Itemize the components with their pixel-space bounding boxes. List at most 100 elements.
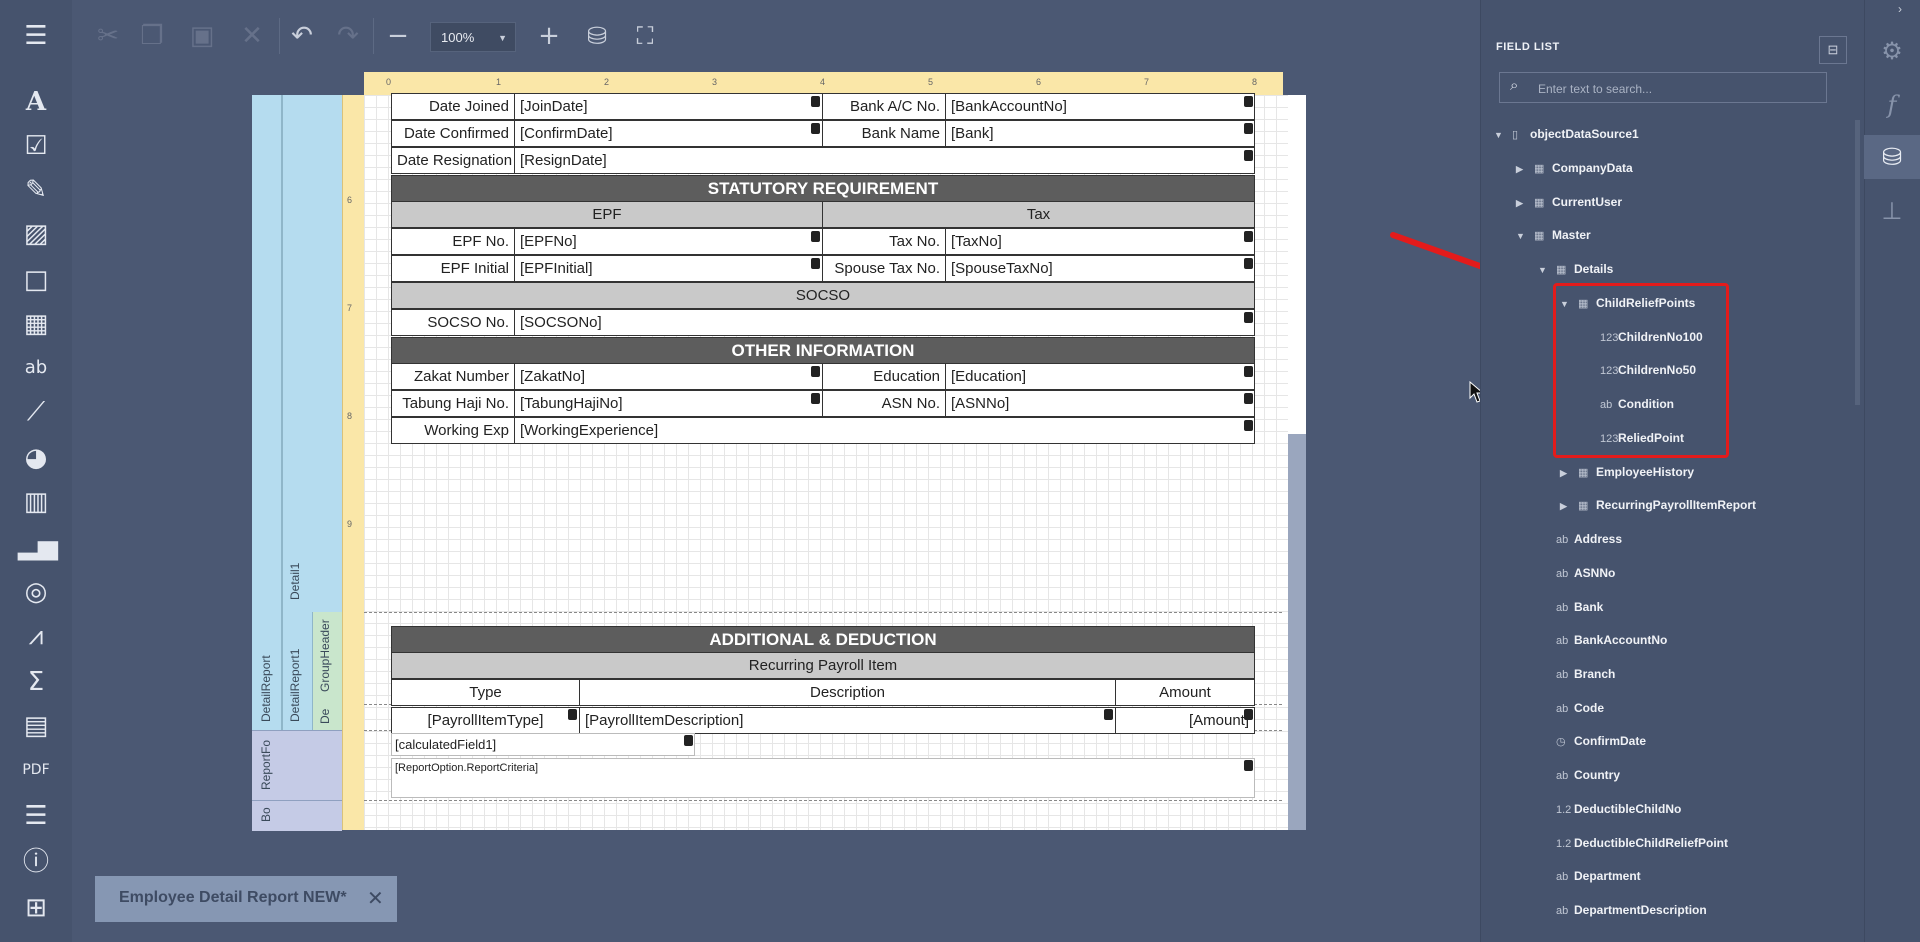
table-of-contents-icon[interactable]: ☰ <box>18 798 54 834</box>
label-socso-no[interactable]: SOCSO No. <box>391 309 515 336</box>
expand-down-icon[interactable]: ▼ <box>1538 260 1556 280</box>
expand-down-icon[interactable]: ▼ <box>1494 125 1512 145</box>
tree-node[interactable]: ab Country <box>1538 765 1620 785</box>
summary-icon[interactable]: Σ <box>18 664 54 700</box>
shape-icon[interactable]: ◕ <box>18 440 54 476</box>
header-tax[interactable]: Tax <box>822 201 1255 228</box>
label-spouse-tax-no[interactable]: Spouse Tax No. <box>822 255 946 282</box>
cut-icon[interactable]: ✂ <box>92 18 124 54</box>
tree-node[interactable]: ▶ ▦ EmployeeHistory <box>1560 462 1694 482</box>
binding-marker-icon[interactable] <box>1104 709 1113 720</box>
cross-tab-icon[interactable]: ⊞ <box>18 890 54 926</box>
gauge-icon[interactable]: ◎ <box>18 574 54 610</box>
close-icon[interactable]: ✕ <box>367 886 384 911</box>
binding-marker-icon[interactable] <box>811 393 820 404</box>
tree-node[interactable]: ▶ ▦ RecurringPayrollItemReport <box>1560 495 1756 515</box>
panel-icon[interactable]: □ <box>18 262 54 298</box>
label-date-resignation[interactable]: Date Resignation <box>391 147 515 174</box>
field-asn-no[interactable]: [ASNNo] <box>945 390 1255 417</box>
tree-node[interactable]: ▼ ▦ Details <box>1538 259 1613 279</box>
field-amount[interactable]: [Amount] <box>1115 707 1255 734</box>
label-education[interactable]: Education <box>822 363 946 390</box>
tree-node[interactable]: ▶ ▦ CurrentUser <box>1516 192 1622 212</box>
tree-node[interactable]: ab Department <box>1538 866 1641 886</box>
pdf-icon[interactable]: PDF <box>18 752 54 788</box>
field-education[interactable]: [Education] <box>945 363 1255 390</box>
field-calculated[interactable]: [calculatedField1] <box>391 733 695 756</box>
binding-marker-icon[interactable] <box>1244 420 1253 431</box>
expand-right-icon[interactable]: ▶ <box>1516 159 1534 179</box>
delete-icon[interactable]: ✕ <box>236 18 268 54</box>
binding-marker-icon[interactable] <box>1244 312 1253 323</box>
expand-right-icon[interactable]: ▶ <box>1516 193 1534 213</box>
expression-icon[interactable]: f <box>1864 83 1920 127</box>
collapse-icon[interactable]: › <box>1898 2 1902 16</box>
fullscreen-icon[interactable]: ⛶ <box>628 18 662 54</box>
redo-icon[interactable]: ↷ <box>332 18 364 54</box>
zoom-out-icon[interactable]: − <box>382 18 414 54</box>
field-report-criteria[interactable]: [ReportOption.ReportCriteria] <box>391 758 1255 798</box>
tree-node[interactable]: ab Bank <box>1538 597 1603 617</box>
menu-icon[interactable]: ☰ <box>18 18 54 54</box>
label-icon[interactable]: A <box>18 84 54 120</box>
picture-icon[interactable]: ▨ <box>18 216 54 252</box>
tree-node[interactable]: ab Address <box>1538 529 1622 549</box>
field-zakat-no[interactable]: [ZakatNo] <box>514 363 823 390</box>
binding-marker-icon[interactable] <box>1244 123 1253 134</box>
binding-marker-icon[interactable] <box>811 96 820 107</box>
tree-node[interactable]: 1.2 DeductibleChildNo <box>1538 799 1681 819</box>
tree-scrollbar[interactable] <box>1855 120 1860 405</box>
document-tab[interactable]: Employee Detail Report NEW* ✕ <box>95 876 397 922</box>
field-payroll-item-description[interactable]: [PayrollItemDescription] <box>579 707 1116 734</box>
tree-node[interactable]: ab BankAccountNo <box>1538 630 1667 650</box>
undo-icon[interactable]: ↶ <box>286 18 318 54</box>
binding-marker-icon[interactable] <box>1244 150 1253 161</box>
zoom-select[interactable]: 100% ▼ <box>430 22 516 52</box>
label-tax-no[interactable]: Tax No. <box>822 228 946 255</box>
binding-marker-icon[interactable] <box>811 123 820 134</box>
field-epf-initial[interactable]: [EPFInitial] <box>514 255 823 282</box>
copy-icon[interactable]: ❐ <box>136 18 168 54</box>
binding-marker-icon[interactable] <box>1244 96 1253 107</box>
line-icon[interactable]: ⟋ <box>18 394 54 430</box>
gear-icon[interactable]: ⚙ <box>1864 29 1920 73</box>
label-tabung-haji-no[interactable]: Tabung Haji No. <box>391 390 515 417</box>
tree-node[interactable]: ab ASNNo <box>1538 563 1615 583</box>
binding-marker-icon[interactable] <box>811 258 820 269</box>
column-amount[interactable]: Amount <box>1115 679 1255 706</box>
label-bank-account[interactable]: Bank A/C No. <box>822 93 946 120</box>
binding-marker-icon[interactable] <box>1244 231 1253 242</box>
tree-node[interactable]: ab Code <box>1538 698 1604 718</box>
field-spouse-tax-no[interactable]: [SpouseTaxNo] <box>945 255 1255 282</box>
label-date-confirmed[interactable]: Date Confirmed <box>391 120 515 147</box>
field-resign-date[interactable]: [ResignDate] <box>514 147 1255 174</box>
chart-icon[interactable]: ▂▅ <box>18 528 58 564</box>
column-description[interactable]: Description <box>579 679 1116 706</box>
label-asn-no[interactable]: ASN No. <box>822 390 946 417</box>
table-icon[interactable]: ▦ <box>18 306 54 342</box>
binding-marker-icon[interactable] <box>1244 258 1253 269</box>
field-tabung-haji-no[interactable]: [TabungHajiNo] <box>514 390 823 417</box>
field-bank-account[interactable]: [BankAccountNo] <box>945 93 1255 120</box>
binding-marker-icon[interactable] <box>1244 760 1253 771</box>
label-working-exp[interactable]: Working Exp <box>391 417 515 444</box>
zoom-in-icon[interactable]: + <box>533 18 565 54</box>
label-zakat-number[interactable]: Zakat Number <box>391 363 515 390</box>
tree-node[interactable]: ab Branch <box>1538 664 1615 684</box>
expand-right-icon[interactable]: ▶ <box>1560 463 1578 483</box>
search-input[interactable] <box>1536 78 1820 100</box>
expand-right-icon[interactable]: ▶ <box>1560 496 1578 516</box>
column-type[interactable]: Type <box>391 679 580 706</box>
binding-marker-icon[interactable] <box>811 366 820 377</box>
binding-marker-icon[interactable] <box>1244 709 1253 720</box>
header-socso[interactable]: SOCSO <box>391 282 1255 309</box>
field-epf-no[interactable]: [EPFNo] <box>514 228 823 255</box>
paste-icon[interactable]: ▣ <box>186 18 218 54</box>
header-recurring-payroll-item[interactable]: Recurring Payroll Item <box>391 652 1255 679</box>
field-list-icon[interactable]: ⛁ <box>1864 135 1920 179</box>
validate-icon[interactable]: ⛁ <box>580 18 614 54</box>
label-date-joined[interactable]: Date Joined <box>391 93 515 120</box>
checkbox-icon[interactable]: ☑ <box>18 128 54 164</box>
field-confirm-date[interactable]: [ConfirmDate] <box>514 120 823 147</box>
header-epf[interactable]: EPF <box>391 201 823 228</box>
